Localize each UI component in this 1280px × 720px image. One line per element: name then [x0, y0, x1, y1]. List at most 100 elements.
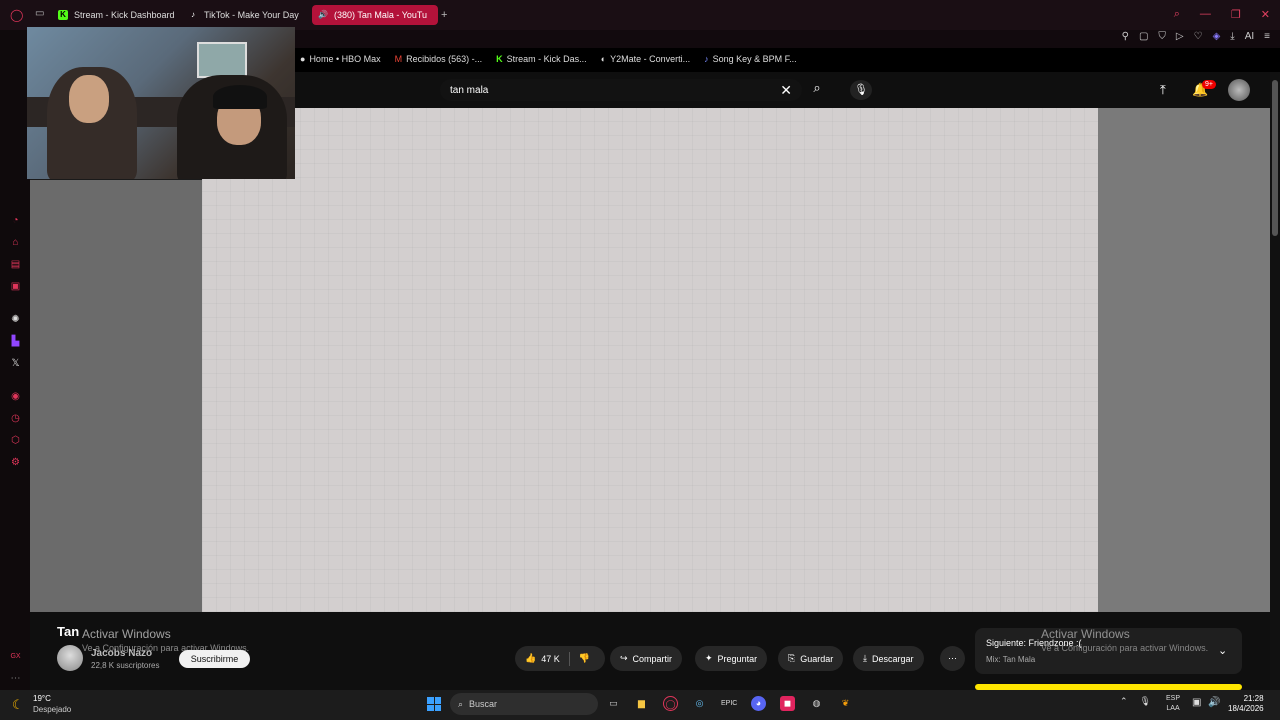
bookmark-hbo[interactable]: ● Home • HBO Max — [300, 54, 381, 64]
bookmark-label: Recibidos (563) -... — [406, 54, 483, 64]
moon-icon[interactable]: ☾ — [12, 697, 24, 713]
sidebar-player-icon[interactable]: ◉ — [9, 390, 22, 403]
discord-icon[interactable]: ◕ — [751, 696, 766, 711]
minimize-button[interactable]: — — [1200, 8, 1211, 21]
pin-icon[interactable]: ⚲ — [1122, 31, 1129, 42]
menu-icon[interactable]: ≡ — [1264, 31, 1270, 42]
video-title: Tan — [57, 624, 80, 639]
sidebar-m-icon[interactable]: ▣ — [9, 280, 22, 293]
share-button[interactable]: ↪ Compartir — [610, 646, 683, 671]
maximize-button[interactable]: ❐ — [1231, 8, 1241, 21]
opera-gx-icon[interactable]: ◯ — [663, 696, 678, 711]
channel-name[interactable]: Jacobs Nazo — [91, 648, 152, 659]
network-icon[interactable]: ▣ — [1192, 697, 1201, 708]
start-button[interactable] — [427, 697, 441, 711]
taskbar-search[interactable]: ⌕ Buscar — [450, 693, 598, 715]
bookmark-songkey[interactable]: ♪ Song Key & BPM F... — [704, 54, 797, 64]
ask-label: Preguntar — [717, 653, 758, 664]
clear-search-icon[interactable]: ✕ — [780, 82, 792, 99]
sidebar-home-icon[interactable]: ⌂ — [9, 236, 22, 249]
sidebar-speed-dial-icon[interactable]: ◔ — [9, 214, 22, 227]
dislike-button[interactable]: 👎 — [579, 653, 590, 664]
subscriber-count: 22,8 K suscriptores — [91, 661, 160, 670]
download-icon: ⤓ — [863, 653, 867, 663]
player-letterbox-left — [30, 180, 202, 612]
tab-youtube-active[interactable]: 🔊 (380) Tan Mala - YouTu — [312, 5, 438, 25]
scrollbar-thumb[interactable] — [1272, 80, 1278, 236]
app-red-icon[interactable]: ◼ — [780, 696, 795, 711]
weather-description: Despejado — [33, 705, 72, 714]
more-actions-button[interactable]: ⋯ — [940, 646, 965, 671]
aria-ai-button[interactable]: AI — [1245, 31, 1254, 42]
ai-label: AI — [1244, 31, 1255, 42]
snapshot-icon[interactable]: ▢ — [1139, 31, 1148, 42]
search-tabs-icon[interactable]: ⌕ — [1174, 8, 1180, 21]
play-icon[interactable]: ▷ — [1176, 31, 1184, 42]
task-view-icon[interactable]: ▭ — [606, 696, 621, 711]
bookmark-gmail[interactable]: M Recibidos (563) -... — [395, 54, 483, 64]
y2mate-icon: ◐ — [600, 54, 607, 64]
sidebar-twitch-icon[interactable]: ▙ — [9, 335, 22, 348]
download-icon[interactable]: ⤓ — [1230, 31, 1234, 42]
bookmarks-bar: ● Home • HBO Max M Recibidos (563) -... KS… — [300, 50, 797, 68]
microphone-tray-icon[interactable]: 🎙 — [1140, 696, 1151, 707]
shield-icon[interactable]: ⛉ — [1158, 31, 1166, 42]
sidebar-history-icon[interactable]: ◷ — [9, 412, 22, 425]
webcam-overlay — [27, 27, 295, 179]
chevron-down-icon[interactable]: ⌄ — [1218, 644, 1227, 657]
download-button[interactable]: ⤓ Descargar — [853, 646, 924, 671]
extension-icon[interactable]: ◈ — [1213, 31, 1221, 42]
chrome-icon[interactable]: ◍ — [809, 696, 824, 711]
search-icon[interactable]: ⌕ — [806, 80, 828, 100]
search-box: ✕ — [440, 79, 802, 101]
new-tab-button[interactable]: + — [441, 9, 447, 21]
user-avatar[interactable] — [1228, 79, 1250, 101]
microphone-icon[interactable]: 🎙 — [850, 80, 872, 100]
up-next-subtitle: Mix: Tan Mala — [986, 655, 1036, 664]
heart-icon[interactable]: ♡ — [1194, 31, 1203, 42]
file-explorer-icon[interactable]: ▆ — [634, 696, 649, 711]
tab-manager-icon[interactable]: ▭ — [35, 8, 44, 19]
epic-games-icon[interactable]: EPIC — [721, 696, 737, 711]
sidebar-x-icon[interactable]: 𝕏 — [9, 357, 22, 370]
language-indicator[interactable]: ESP LAA — [1166, 694, 1180, 714]
sidebar-gx-icon[interactable]: GX — [9, 650, 22, 663]
ask-button[interactable]: ✦ Preguntar — [695, 646, 768, 671]
upload-icon[interactable]: ⤒ — [1160, 82, 1166, 98]
bookmark-label: Home • HBO Max — [309, 54, 381, 64]
tiktok-icon: ♪ — [191, 10, 195, 19]
player-letterbox-right — [1098, 108, 1270, 612]
bookmark-kick[interactable]: K Stream - Kick Das... — [496, 54, 587, 64]
sidebar-extensions-icon[interactable]: ⬡ — [9, 434, 22, 447]
clock[interactable]: 21:28 18/4/2026 — [1228, 694, 1264, 714]
like-count: 47 K — [541, 653, 560, 664]
steam-icon[interactable]: ◎ — [692, 696, 707, 711]
video-player[interactable] — [202, 108, 1098, 612]
bookmark-label: Song Key & BPM F... — [712, 54, 797, 64]
tab-label: Stream - Kick Dashboard — [74, 10, 175, 20]
tab-tiktok[interactable]: ♪ TikTok - Make Your Day — [188, 5, 308, 25]
sparkle-icon: ✦ — [705, 653, 713, 663]
channel-avatar[interactable] — [57, 645, 83, 671]
like-button[interactable]: 👍 47 K — [525, 653, 560, 664]
volume-icon[interactable]: 🔊 — [1208, 697, 1220, 708]
tab-kick-dashboard[interactable]: K Stream - Kick Dashboard — [58, 5, 178, 25]
save-button[interactable]: ⎘ Guardar — [778, 646, 844, 671]
opera-logo-icon[interactable]: ◯ — [10, 8, 23, 22]
tab-label: (380) Tan Mala - YouTu — [334, 10, 428, 20]
sidebar-messenger-icon[interactable]: ▤ — [9, 258, 22, 271]
weather-temperature: 19°C — [33, 694, 51, 703]
sidebar-settings-icon[interactable]: ⚙ — [9, 456, 22, 469]
toolbar-icons: ⚲ ▢ ⛉ ▷ ♡ ◈ ⤓ AI ≡ — [1122, 31, 1270, 42]
search-input[interactable] — [450, 84, 777, 96]
chevron-up-icon[interactable]: ⌃ — [1120, 696, 1128, 707]
hbo-icon: ● — [300, 54, 306, 64]
subscribe-button[interactable]: Suscribirme — [179, 650, 250, 668]
close-button[interactable]: ✕ — [1261, 8, 1270, 21]
sidebar-chatgpt-icon[interactable]: ✺ — [9, 313, 22, 326]
sidebar-more-icon[interactable]: ⋯ — [9, 672, 22, 685]
fl-studio-icon[interactable]: ❦ — [838, 696, 853, 711]
window-controls: ⌕ — ❐ ✕ — [1174, 8, 1270, 21]
bookmark-y2mate[interactable]: ◐ Y2Mate - Converti... — [601, 54, 690, 64]
save-label: Guardar — [800, 653, 834, 664]
